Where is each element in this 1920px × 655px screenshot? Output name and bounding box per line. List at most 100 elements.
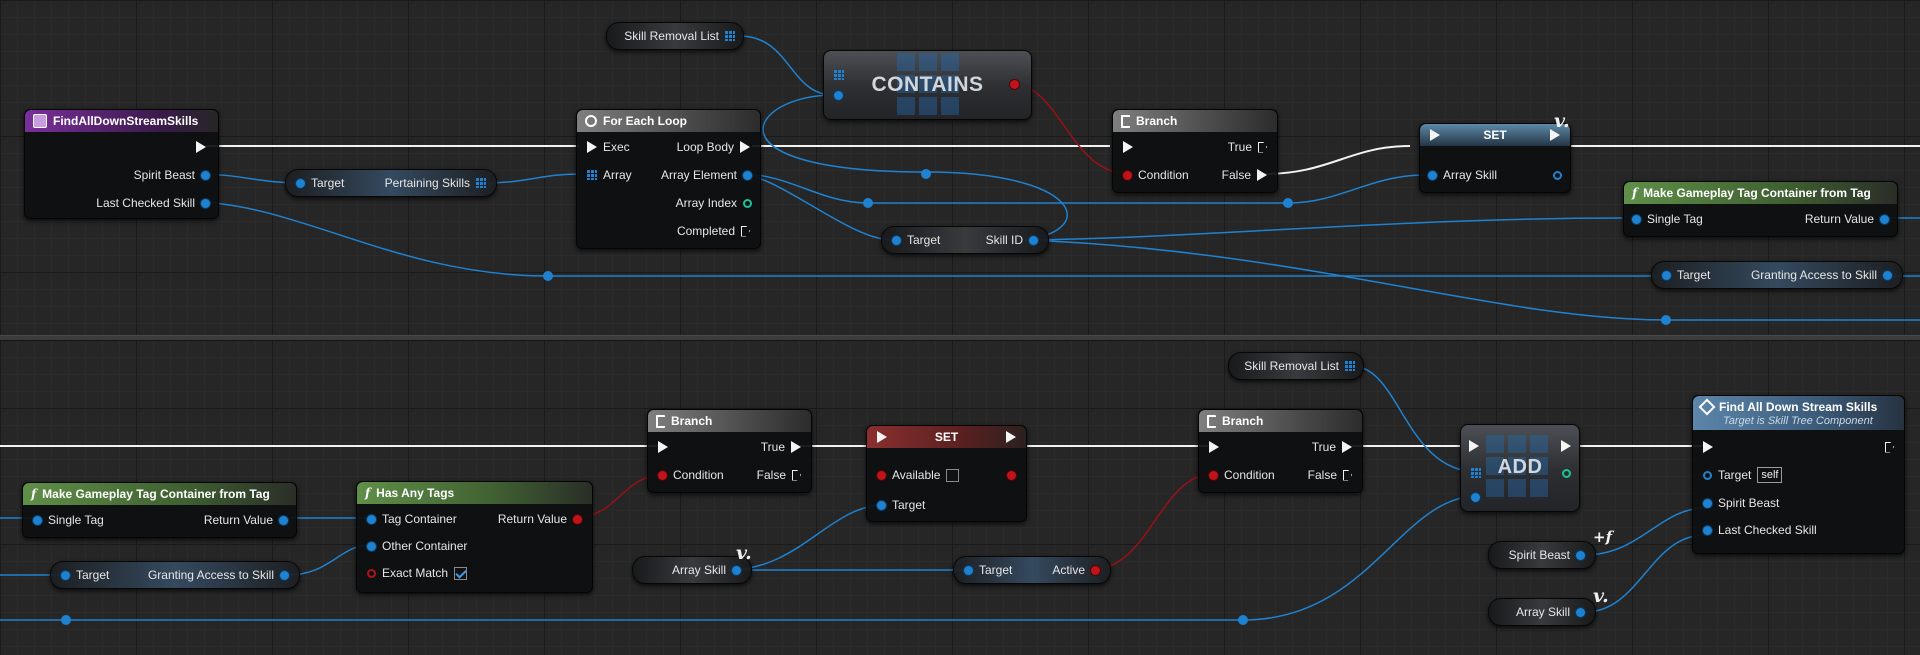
granting-top-output-pin[interactable]: Granting Access to Skill: [1751, 266, 1892, 284]
skill-removal-list-output-pin[interactable]: Skill Removal List: [624, 27, 735, 45]
has-any-tags-other-container-pin[interactable]: Other Container: [367, 537, 467, 555]
has-any-tags-header: f Has Any Tags: [357, 482, 592, 504]
granting-bottom-target-pin[interactable]: Target: [61, 566, 109, 584]
branch1-exec-in-pin[interactable]: [658, 438, 668, 456]
for-each-array-index-pin[interactable]: Array Index: [676, 194, 752, 212]
for-each-loop-node[interactable]: For Each Loop Exec Array Loop Body Array…: [576, 109, 761, 249]
for-each-completed-pin[interactable]: Completed: [677, 222, 750, 240]
find-call-last-checked-pin[interactable]: Last Checked Skill: [1703, 521, 1817, 539]
branch-top-true-pin[interactable]: True: [1228, 138, 1267, 156]
make-tag-top-return-pin[interactable]: Return Value: [1805, 210, 1889, 228]
find-call-exec-in-pin[interactable]: [1703, 438, 1713, 456]
branch1-condition-pin[interactable]: Condition: [658, 466, 724, 484]
exec-out-pin[interactable]: [196, 138, 206, 156]
set-array-skill-output-pin[interactable]: [1553, 166, 1562, 184]
branch-bottom1-header: Branch: [648, 410, 811, 432]
for-each-loop-body-pin[interactable]: Loop Body: [677, 138, 750, 156]
skill-id-getter[interactable]: Target Skill ID: [881, 226, 1049, 254]
array-skill-getter2-output-pin[interactable]: Array Skill: [1516, 603, 1585, 621]
branch2-true-pin[interactable]: True: [1312, 438, 1352, 456]
spirit-beast-getter-output-pin[interactable]: Spirit Beast: [1509, 546, 1585, 564]
array-contains-node[interactable]: CONTAINS: [823, 50, 1032, 120]
has-any-tags-exact-match-pin[interactable]: Exact Match: [367, 564, 468, 582]
branch-node-bottom-1[interactable]: Branch Condition True False: [647, 409, 812, 493]
function-entry-icon: [33, 114, 47, 128]
add-item-input-pin[interactable]: [1471, 488, 1480, 506]
set-available-target-pin[interactable]: Target: [877, 496, 925, 514]
array-add-node[interactable]: ADD: [1460, 424, 1580, 512]
has-any-tags-node[interactable]: f Has Any Tags Tag Container Other Conta…: [356, 481, 593, 593]
branch-top-exec-in-pin[interactable]: [1123, 138, 1133, 156]
array-skill-getter-2[interactable]: Array Skill: [1488, 598, 1596, 626]
skill-id-output-pin[interactable]: Skill ID: [986, 231, 1038, 249]
has-any-tags-tag-container-pin[interactable]: Tag Container: [367, 510, 457, 528]
branch-top-condition-pin[interactable]: Condition: [1123, 166, 1189, 184]
branch-node-top[interactable]: Branch Condition True False: [1112, 109, 1278, 193]
skill-removal-list-bottom-output-pin[interactable]: Skill Removal List: [1244, 357, 1355, 375]
blueprint-graph-canvas[interactable]: FindAllDownStreamSkills Spirit Beast Las…: [0, 0, 1920, 655]
active-getter[interactable]: Target Active: [953, 556, 1111, 584]
active-target-pin[interactable]: Target: [964, 561, 1012, 579]
skill-id-target-pin[interactable]: Target: [892, 231, 940, 249]
contains-result-pin[interactable]: [1010, 75, 1019, 93]
granting-top-target-pin[interactable]: Target: [1662, 266, 1710, 284]
make-tag-container-node-top[interactable]: f Make Gameplay Tag Container from Tag S…: [1623, 181, 1898, 237]
skill-removal-list-getter[interactable]: Skill Removal List: [606, 22, 744, 50]
make-tag-bottom-single-tag-pin[interactable]: Single Tag: [33, 511, 104, 529]
add-exec-in-pin[interactable]: [1469, 437, 1479, 455]
set-array-skill-input-pin[interactable]: Array Skill: [1428, 166, 1497, 184]
contains-title: CONTAINS: [871, 73, 984, 96]
add-exec-out-pin[interactable]: [1561, 437, 1571, 455]
add-index-output-pin[interactable]: [1562, 464, 1571, 482]
find-all-down-stream-skills-call-node[interactable]: Find All Down Stream Skills Target is Sk…: [1692, 395, 1905, 554]
for-each-array-pin[interactable]: Array: [587, 166, 632, 184]
add-array-input-pin[interactable]: [1471, 464, 1481, 482]
variable-v-icon: v.: [736, 542, 752, 564]
branch2-false-pin[interactable]: False: [1308, 466, 1352, 484]
set-top-exec-in-pin[interactable]: [1430, 124, 1440, 146]
make-tag-bottom-return-pin[interactable]: Return Value: [204, 511, 288, 529]
contains-array-input-pin[interactable]: [834, 66, 844, 84]
branch2-condition-pin[interactable]: Condition: [1209, 466, 1275, 484]
function-entry-node[interactable]: FindAllDownStreamSkills Spirit Beast Las…: [24, 109, 219, 219]
contains-item-input-pin[interactable]: [834, 86, 843, 104]
variable-v-icon: v.: [1554, 110, 1570, 132]
find-call-exec-out-pin[interactable]: [1885, 438, 1894, 456]
array-grid-icon: [1471, 468, 1481, 478]
set-array-skill-header: SET: [1420, 124, 1570, 146]
exact-match-checkbox[interactable]: [454, 566, 468, 580]
pertaining-target-pin[interactable]: Target: [296, 174, 344, 192]
for-each-array-element-pin[interactable]: Array Element: [661, 166, 752, 184]
set-available-exec-in-pin[interactable]: [877, 428, 887, 446]
array-skill-getter1-output-pin[interactable]: Array Skill: [672, 561, 741, 579]
skill-removal-list-getter-bottom[interactable]: Skill Removal List: [1228, 352, 1364, 380]
find-call-spirit-beast-pin[interactable]: Spirit Beast: [1703, 494, 1779, 512]
available-checkbox[interactable]: [946, 468, 960, 482]
spirit-beast-output-pin[interactable]: Spirit Beast: [134, 166, 210, 184]
spirit-beast-getter[interactable]: Spirit Beast: [1488, 541, 1596, 569]
branch-node-bottom-2[interactable]: Branch Condition True False: [1198, 409, 1363, 493]
for-each-exec-in-pin[interactable]: Exec: [587, 138, 630, 156]
branch1-false-pin[interactable]: False: [757, 466, 801, 484]
active-output-pin[interactable]: Active: [1052, 561, 1100, 579]
array-skill-getter-1[interactable]: Array Skill: [632, 556, 752, 584]
has-any-tags-return-pin[interactable]: Return Value: [498, 510, 582, 528]
make-tag-container-node-bottom[interactable]: f Make Gameplay Tag Container from Tag S…: [22, 482, 297, 538]
find-call-target-pin[interactable]: Target self: [1703, 466, 1783, 484]
set-available-exec-out-pin[interactable]: [1006, 428, 1016, 446]
pertaining-skills-getter[interactable]: Target Pertaining Skills: [285, 169, 497, 197]
make-tag-top-single-tag-pin[interactable]: Single Tag: [1632, 210, 1703, 228]
pertaining-skills-output-pin[interactable]: Pertaining Skills: [385, 174, 486, 192]
function-f-icon: +f: [1593, 528, 1613, 546]
branch2-exec-in-pin[interactable]: [1209, 438, 1219, 456]
set-available-value-pin[interactable]: Available: [877, 466, 960, 484]
granting-access-getter-bottom[interactable]: Target Granting Access to Skill: [50, 561, 300, 589]
set-available-node[interactable]: SET Available Target: [866, 425, 1027, 522]
granting-bottom-output-pin[interactable]: Granting Access to Skill: [148, 566, 289, 584]
set-array-skill-node[interactable]: SET Array Skill: [1419, 123, 1571, 193]
set-available-output-pin[interactable]: [1007, 466, 1016, 484]
branch-top-false-pin[interactable]: False: [1222, 166, 1267, 184]
granting-access-getter-top[interactable]: Target Granting Access to Skill: [1651, 261, 1903, 289]
branch1-true-pin[interactable]: True: [761, 438, 801, 456]
last-checked-skill-output-pin[interactable]: Last Checked Skill: [96, 194, 210, 212]
